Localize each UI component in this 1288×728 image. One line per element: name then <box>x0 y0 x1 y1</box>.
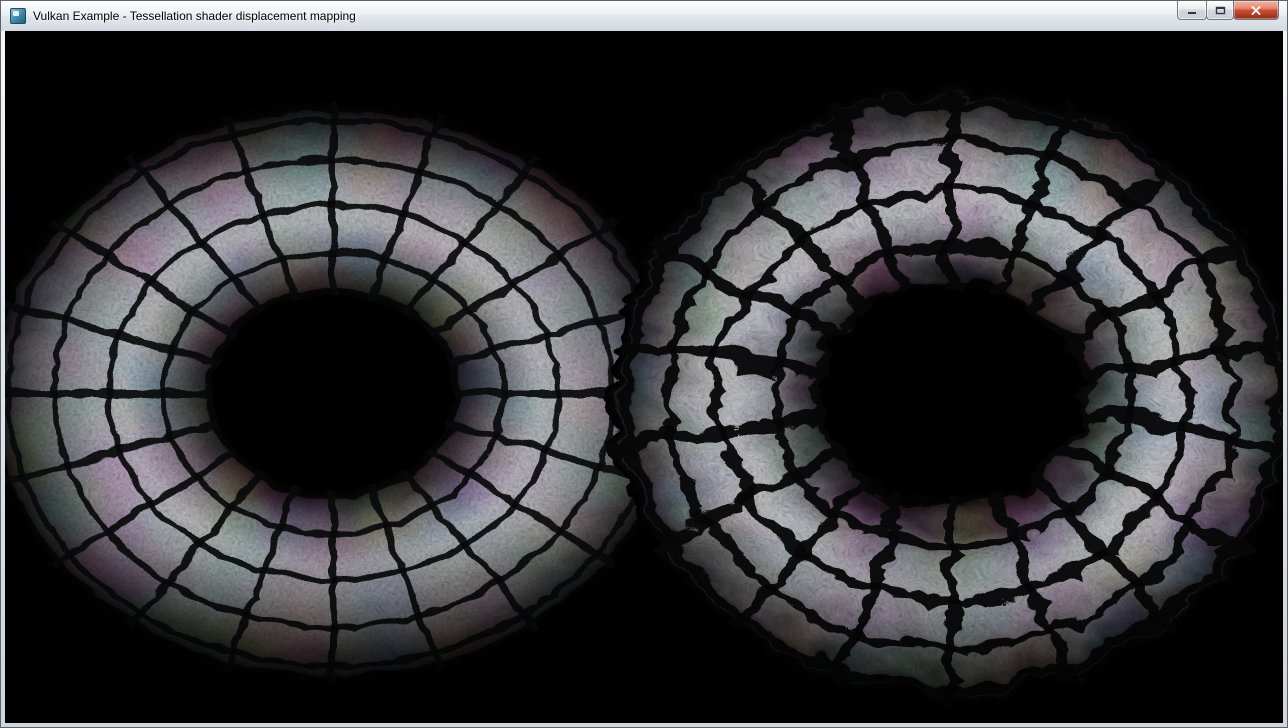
window-controls <box>1178 1 1279 20</box>
close-button[interactable] <box>1233 1 1279 20</box>
app-window: Vulkan Example - Tessellation shader dis… <box>0 0 1288 728</box>
app-icon <box>10 8 26 24</box>
maximize-icon <box>1215 6 1226 15</box>
scene-svg <box>5 31 1283 723</box>
close-icon <box>1251 6 1261 15</box>
torus-right-shade <box>565 41 1283 723</box>
minimize-button[interactable] <box>1177 1 1207 20</box>
maximize-button[interactable] <box>1206 1 1234 20</box>
torus-right <box>565 41 1283 723</box>
minimize-icon <box>1187 6 1197 15</box>
window-title: Vulkan Example - Tessellation shader dis… <box>33 9 356 23</box>
render-viewport[interactable] <box>5 31 1283 723</box>
title-bar[interactable]: Vulkan Example - Tessellation shader dis… <box>1 1 1287 31</box>
